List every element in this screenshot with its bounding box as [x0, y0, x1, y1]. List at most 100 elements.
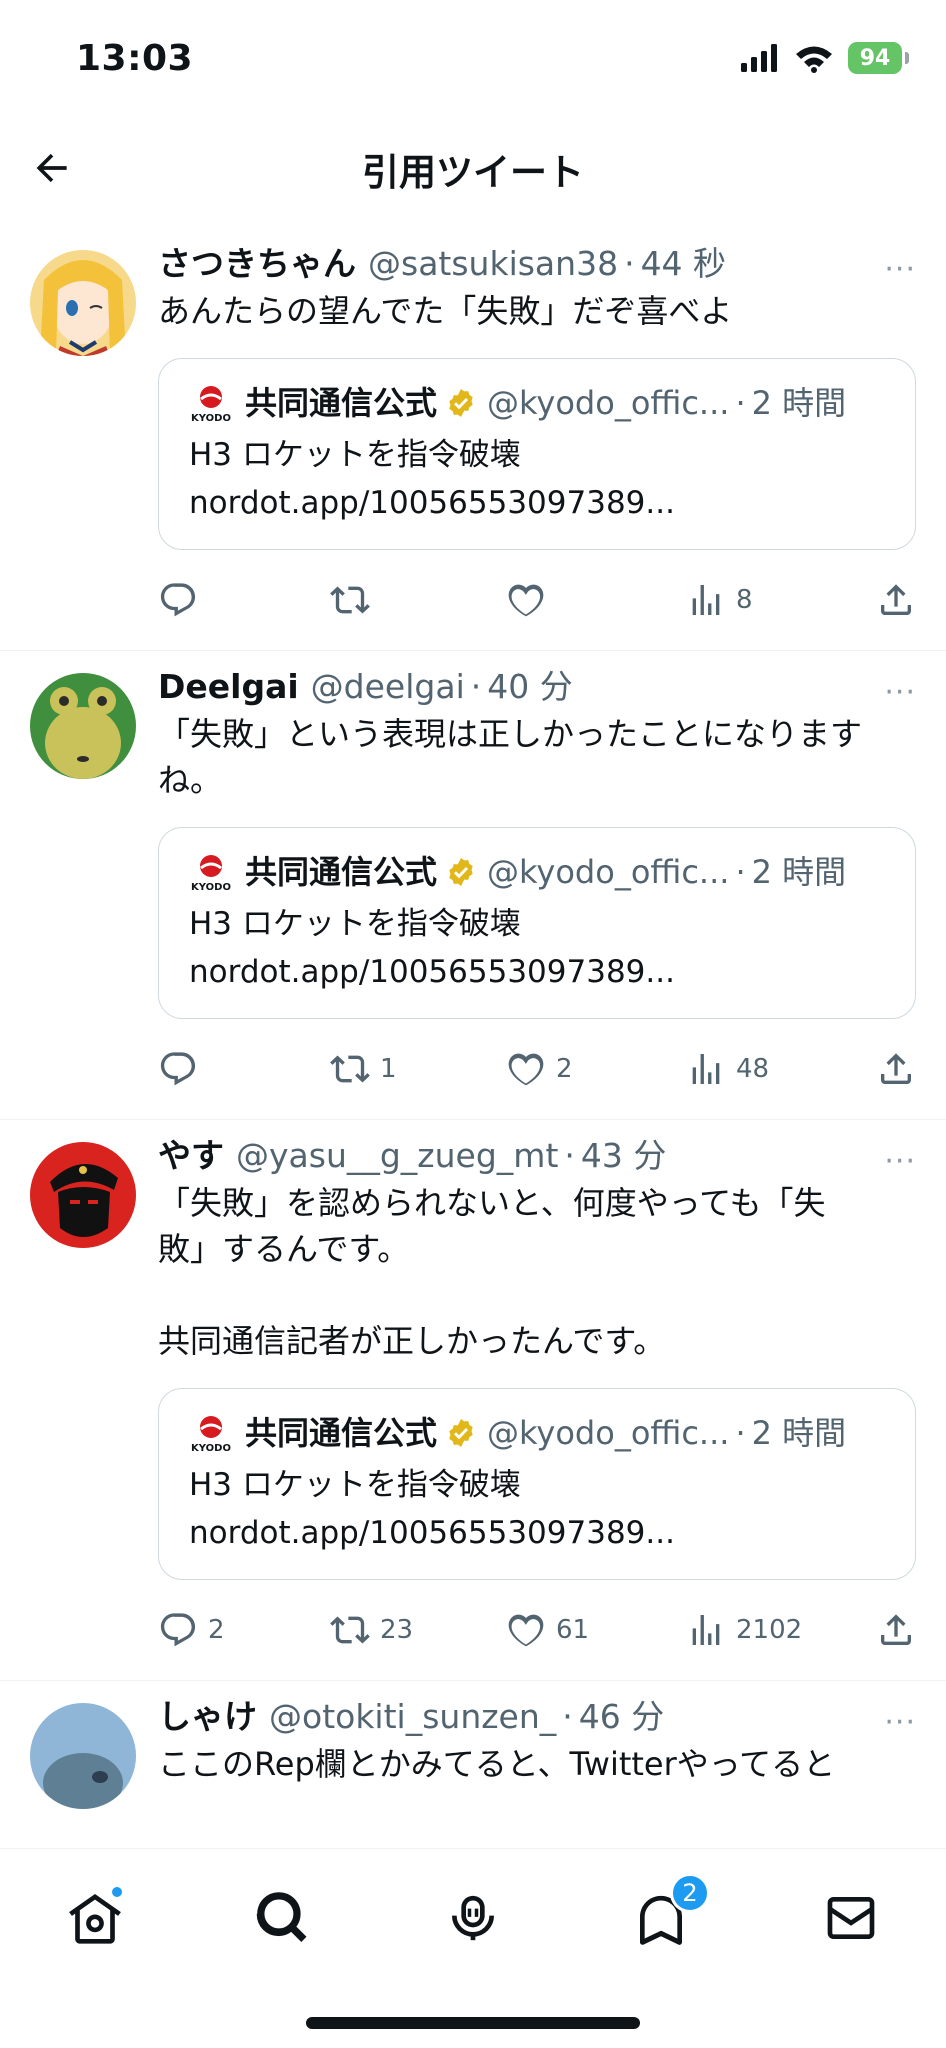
- quoted-author-name: 共同通信公式: [245, 853, 438, 891]
- tweet[interactable]: やす @yasu__g_zueg_mt · 43 分 ··· 「失敗」を認められ…: [0, 1120, 946, 1681]
- quoted-tweet-link[interactable]: nordot.app/10056553097389...: [189, 1509, 885, 1557]
- envelope-icon: [827, 1897, 875, 1939]
- heart-icon: [508, 1614, 544, 1647]
- retweet-button[interactable]: 23: [330, 1610, 413, 1650]
- views-count: 48: [736, 1054, 770, 1084]
- tweet-time[interactable]: 40 分: [487, 665, 572, 709]
- author-handle[interactable]: @otokiti_sunzen_: [269, 1695, 556, 1739]
- tweet[interactable]: しゃけ @otokiti_sunzen_ · 46 分 ··· ここのRep欄と…: [0, 1681, 946, 1809]
- retweet-icon: [330, 586, 370, 614]
- quoted-tweet-time: 2 時間: [751, 384, 847, 422]
- like-button[interactable]: 61: [506, 1610, 589, 1650]
- tweet-text: あんたらの望んでた「失敗」だぞ喜べよ: [158, 292, 733, 330]
- views-button[interactable]: 2102: [686, 1610, 802, 1650]
- avatar[interactable]: [30, 250, 136, 356]
- notifications-badge: 2: [670, 1873, 710, 1913]
- quoted-tweet-time: 2 時間: [751, 1414, 847, 1452]
- author-name[interactable]: やす: [158, 1134, 224, 1178]
- analytics-icon: [692, 1615, 720, 1645]
- nav-messages[interactable]: [816, 1883, 886, 1953]
- reply-button[interactable]: [158, 1049, 198, 1089]
- avatar[interactable]: [30, 1703, 136, 1809]
- quoted-tweet-text: H3 ロケットを指令破壊: [189, 1467, 521, 1503]
- share-icon: [881, 584, 911, 615]
- author-name[interactable]: しゃけ: [158, 1695, 257, 1739]
- retweet-icon: [330, 1055, 370, 1083]
- page-title: 引用ツイート: [362, 151, 584, 194]
- verified-badge-icon: [449, 858, 473, 886]
- retweet-icon: [330, 1616, 370, 1644]
- separator-dot: ·: [735, 853, 746, 891]
- author-handle[interactable]: @yasu__g_zueg_mt: [236, 1134, 558, 1178]
- more-options-icon[interactable]: ···: [884, 248, 916, 292]
- quoted-tweet-text: H3 ロケットを指令破壊: [189, 437, 521, 473]
- more-options-icon[interactable]: ···: [884, 1701, 916, 1745]
- quoted-author-name: 共同通信公式: [245, 384, 438, 422]
- quoted-tweet[interactable]: KYODO 共同通信公式 @kyodo_offic... · 2 時間 H3 ロ…: [158, 827, 916, 1019]
- quoted-author-name: 共同通信公式: [245, 1414, 438, 1452]
- share-button[interactable]: [876, 1049, 916, 1089]
- separator-dot: ·: [735, 1414, 746, 1452]
- separator-dot: ·: [735, 384, 746, 422]
- status-bar: 13:03 94: [0, 0, 946, 120]
- reply-button[interactable]: [158, 580, 198, 620]
- like-button[interactable]: [506, 580, 546, 620]
- quoted-tweet-link[interactable]: nordot.app/10056553097389...: [189, 948, 885, 996]
- author-name[interactable]: Deelgai: [158, 665, 299, 709]
- tweet-text: 「失敗」を認められないと、何度やっても「失 敗」するんです。 共同通信記者が正し…: [158, 1184, 826, 1360]
- share-icon: [881, 1053, 911, 1084]
- avatar[interactable]: [30, 673, 136, 779]
- tweet-actions: 8: [158, 554, 916, 650]
- kyodo-logo-icon: KYODO: [189, 852, 233, 893]
- nav-notifications[interactable]: 2: [626, 1873, 710, 1953]
- quoted-tweet-time: 2 時間: [751, 853, 847, 891]
- tweet-time[interactable]: 46 分: [579, 1695, 664, 1739]
- quoted-author-handle: @kyodo_offic...: [487, 384, 730, 422]
- quoted-tweet-link[interactable]: nordot.app/10056553097389...: [189, 479, 885, 527]
- search-icon: [256, 1892, 307, 1942]
- author-handle[interactable]: @satsukisan38: [368, 242, 618, 286]
- tweet-time[interactable]: 44 秒: [641, 242, 726, 286]
- tweet-actions: 2 23 61 2102: [158, 1584, 916, 1680]
- notifications-badge-count: 2: [682, 1879, 698, 1907]
- retweet-count: 1: [380, 1054, 397, 1084]
- kyodo-logo-text: KYODO: [191, 413, 231, 423]
- status-time: 13:03: [76, 38, 194, 79]
- reply-count: 2: [208, 1615, 225, 1645]
- quoted-author-handle: @kyodo_offic...: [487, 853, 730, 891]
- share-button[interactable]: [876, 580, 916, 620]
- battery-indicator: 94: [848, 42, 909, 74]
- views-button[interactable]: 8: [686, 580, 753, 620]
- views-button[interactable]: 48: [686, 1049, 769, 1089]
- home-indicator[interactable]: [306, 2017, 640, 2029]
- more-options-icon[interactable]: ···: [884, 671, 916, 715]
- like-button[interactable]: 2: [506, 1049, 573, 1089]
- avatar[interactable]: [30, 1142, 136, 1248]
- share-button[interactable]: [876, 1610, 916, 1650]
- tweet-text: ここのRep欄とかみてると、Twitterやってると: [158, 1745, 836, 1783]
- more-options-icon[interactable]: ···: [884, 1140, 916, 1184]
- tweet[interactable]: Deelgai @deelgai · 40 分 ··· 「失敗」という表現は正し…: [0, 651, 946, 1120]
- separator-dot: ·: [624, 244, 635, 283]
- nav-home[interactable]: [60, 1883, 130, 1953]
- author-handle[interactable]: @deelgai: [311, 665, 465, 709]
- tweet[interactable]: さつきちゃん @satsukisan38 · 44 秒 ··· あんたらの望んで…: [0, 228, 946, 651]
- quoted-tweet[interactable]: KYODO 共同通信公式 @kyodo_offic... · 2 時間 H3 ロ…: [158, 358, 916, 550]
- spaces-microphone-icon: [452, 1895, 494, 1941]
- reply-button[interactable]: 2: [158, 1610, 225, 1650]
- quote-tweet-feed: さつきちゃん @satsukisan38 · 44 秒 ··· あんたらの望んで…: [0, 228, 946, 1848]
- views-count: 2102: [736, 1615, 803, 1645]
- nav-search[interactable]: [248, 1883, 318, 1953]
- separator-dot: ·: [562, 1697, 573, 1736]
- author-name[interactable]: さつきちゃん: [158, 242, 356, 286]
- kyodo-logo-text: KYODO: [191, 882, 231, 892]
- wifi-icon: [796, 46, 832, 73]
- nav-spaces[interactable]: [438, 1883, 508, 1953]
- retweet-button[interactable]: [330, 580, 370, 620]
- retweet-button[interactable]: 1: [330, 1049, 397, 1089]
- home-unread-dot: [110, 1885, 124, 1899]
- like-count: 61: [556, 1615, 590, 1645]
- quoted-tweet[interactable]: KYODO 共同通信公式 @kyodo_offic... · 2 時間 H3 ロ…: [158, 1388, 916, 1580]
- tweet-time[interactable]: 43 分: [581, 1134, 666, 1178]
- analytics-icon: [692, 585, 720, 615]
